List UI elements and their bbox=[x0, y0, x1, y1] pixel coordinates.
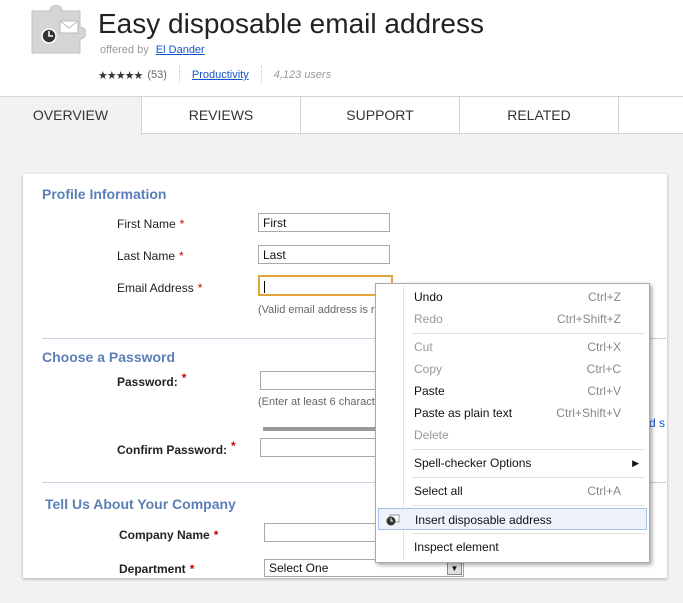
rating-stars: ★★★★★ bbox=[98, 69, 143, 82]
first-name-label: First Name * bbox=[117, 217, 184, 231]
context-menu: Undo Ctrl+Z Redo Ctrl+Shift+Z Cut Ctrl+X Co… bbox=[375, 283, 650, 563]
menu-item-insert-disposable[interactable]: Insert disposable address bbox=[378, 508, 647, 530]
password-hint: (Enter at least 6 charact bbox=[258, 396, 375, 408]
submenu-arrow-icon: ▶ bbox=[632, 458, 639, 468]
menu-separator bbox=[412, 449, 645, 450]
menu-item-label: Redo bbox=[414, 312, 443, 326]
menu-separator bbox=[412, 533, 645, 534]
meta-divider bbox=[260, 66, 262, 84]
tab-overview[interactable]: OVERVIEW bbox=[0, 97, 142, 135]
menu-item-spell-checker[interactable]: Spell-checker Options ▶ bbox=[378, 452, 647, 474]
menu-item-label: Paste bbox=[414, 384, 445, 398]
confirm-password-label: Confirm Password: * bbox=[117, 439, 236, 457]
last-name-input[interactable]: Last bbox=[258, 245, 390, 264]
menu-item-label: Paste as plain text bbox=[414, 406, 513, 420]
author-link[interactable]: El Dander bbox=[156, 44, 205, 56]
menu-item-label: Cut bbox=[414, 340, 433, 354]
menu-item-undo[interactable]: Undo Ctrl+Z bbox=[378, 286, 647, 308]
menu-separator bbox=[412, 505, 645, 506]
offered-by: offered by El Dander bbox=[100, 44, 205, 56]
required-mark: * bbox=[179, 217, 185, 231]
password-section-title: Choose a Password bbox=[42, 349, 176, 365]
password-strength-bar bbox=[263, 427, 383, 431]
required-mark: * bbox=[189, 562, 195, 576]
last-name-label-text: Last Name bbox=[117, 249, 176, 263]
email-input[interactable] bbox=[258, 275, 393, 296]
rating-count[interactable]: (53) bbox=[147, 69, 167, 81]
menu-item-paste[interactable]: Paste Ctrl+V bbox=[378, 380, 647, 402]
required-mark: * bbox=[197, 281, 203, 295]
menu-item-label: Undo bbox=[414, 290, 443, 304]
first-name-label-text: First Name bbox=[117, 217, 176, 231]
clock-envelope-icon bbox=[386, 514, 400, 526]
offered-by-label: offered by bbox=[100, 44, 149, 56]
menu-item-label: Copy bbox=[414, 362, 443, 376]
required-mark: * bbox=[231, 439, 236, 453]
menu-item-shortcut: Ctrl+Shift+V bbox=[556, 406, 621, 420]
company-name-label-text: Company Name bbox=[119, 528, 210, 542]
password-input[interactable] bbox=[260, 371, 390, 390]
extension-puzzle-icon bbox=[31, 5, 86, 54]
required-mark: * bbox=[213, 528, 219, 542]
extension-header: Easy disposable email address offered by… bbox=[0, 0, 683, 96]
confirm-password-input[interactable] bbox=[260, 438, 390, 457]
tab-support[interactable]: SUPPORT bbox=[301, 97, 460, 134]
menu-item-inspect[interactable]: Inspect element bbox=[378, 536, 647, 558]
tab-related[interactable]: RELATED bbox=[460, 97, 619, 134]
user-count: 4,123 users bbox=[273, 69, 332, 81]
extension-meta: ★★★★★ (53) Productivity 4,123 users bbox=[98, 66, 331, 84]
company-name-label: Company Name * bbox=[119, 528, 218, 542]
required-mark: * bbox=[179, 249, 184, 263]
extension-title: Easy disposable email address bbox=[98, 8, 484, 39]
tab-reviews[interactable]: REVIEWS bbox=[142, 97, 301, 134]
edge-link-fragment[interactable]: d s bbox=[649, 416, 665, 430]
menu-item-label: Delete bbox=[414, 428, 449, 442]
required-mark: * bbox=[181, 371, 187, 385]
menu-item-label: Select all bbox=[414, 484, 463, 498]
company-section-title: Tell Us About Your Company bbox=[45, 496, 236, 512]
menu-item-shortcut: Ctrl+X bbox=[587, 340, 621, 354]
menu-item-cut[interactable]: Cut Ctrl+X bbox=[378, 336, 647, 358]
last-name-label: Last Name * bbox=[117, 249, 184, 263]
menu-separator bbox=[412, 333, 645, 334]
menu-item-label: Spell-checker Options bbox=[414, 456, 532, 470]
category-link[interactable]: Productivity bbox=[192, 69, 249, 81]
department-selected-value: Select One bbox=[269, 561, 329, 575]
email-hint: (Valid email address is re bbox=[258, 304, 381, 316]
email-label: Email Address * bbox=[117, 281, 202, 295]
menu-item-select-all[interactable]: Select all Ctrl+A bbox=[378, 480, 647, 502]
password-label-text: Password: bbox=[117, 375, 178, 389]
menu-item-copy[interactable]: Copy Ctrl+C bbox=[378, 358, 647, 380]
profile-section-title: Profile Information bbox=[42, 186, 167, 202]
tab-bar: OVERVIEW REVIEWS SUPPORT RELATED bbox=[0, 96, 683, 135]
confirm-password-label-text: Confirm Password: bbox=[117, 443, 228, 457]
menu-separator bbox=[412, 477, 645, 478]
email-label-text: Email Address bbox=[117, 281, 194, 295]
menu-item-delete[interactable]: Delete bbox=[378, 424, 647, 446]
password-label: Password: * bbox=[117, 371, 186, 389]
menu-item-shortcut: Ctrl+Z bbox=[588, 290, 621, 304]
department-label-text: Department bbox=[119, 562, 186, 576]
meta-divider bbox=[178, 66, 180, 84]
menu-item-shortcut: Ctrl+V bbox=[587, 384, 621, 398]
menu-item-shortcut: Ctrl+C bbox=[586, 362, 621, 376]
first-name-input[interactable]: First bbox=[258, 213, 390, 232]
text-cursor bbox=[264, 280, 265, 293]
menu-item-shortcut: Ctrl+A bbox=[587, 484, 621, 498]
menu-item-shortcut: Ctrl+Shift+Z bbox=[556, 312, 621, 326]
menu-item-redo[interactable]: Redo Ctrl+Shift+Z bbox=[378, 308, 647, 330]
dropdown-arrow-icon[interactable]: ▼ bbox=[447, 561, 462, 575]
department-label: Department * bbox=[119, 562, 194, 576]
menu-item-label: Insert disposable address bbox=[415, 513, 552, 527]
menu-item-paste-plain[interactable]: Paste as plain text Ctrl+Shift+V bbox=[378, 402, 647, 424]
menu-item-label: Inspect element bbox=[414, 540, 499, 554]
